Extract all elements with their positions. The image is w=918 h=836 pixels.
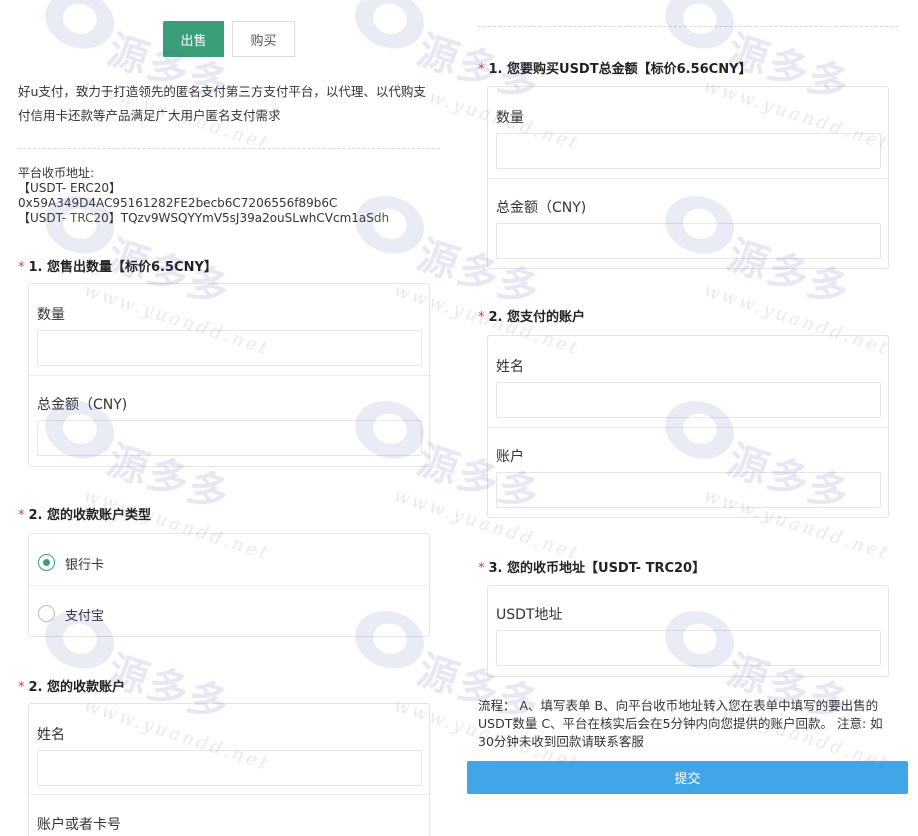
radio-alipay[interactable]	[38, 605, 55, 622]
buy-qty-input[interactable]	[496, 133, 881, 169]
buy-q2-box: 姓名 账户	[487, 335, 889, 518]
sell-q3-box: 姓名 账户或者卡号	[28, 703, 430, 836]
watermark-logo-icon	[37, 0, 122, 58]
radio-bank-card[interactable]	[38, 554, 55, 571]
sell-q2-title: * 2. 您的收款账户类型	[18, 508, 152, 523]
buy-q1-box: 数量 总金额（CNY)	[487, 86, 889, 269]
buy-q2-title: * 2. 您支付的账户	[478, 310, 586, 325]
buy-account-input[interactable]	[496, 472, 881, 508]
sell-name-label: 姓名	[37, 727, 65, 743]
buy-q3-box: USDT地址	[487, 585, 889, 677]
buy-total-input[interactable]	[496, 223, 881, 259]
usdt-address-label: USDT地址	[496, 607, 563, 623]
sell-total-label: 总金额（CNY)	[37, 397, 128, 413]
trc20-address: 【USDT- TRC20】TQzv9WSQYYmV5sJ39a2ouSLwhCV…	[18, 211, 390, 225]
sell-name-input[interactable]	[37, 750, 422, 786]
sell-account-label: 账户或者卡号	[37, 817, 121, 833]
buy-q1-title: * 1. 您要购买USDT总金额【标价6.56CNY】	[478, 62, 752, 77]
tab-sell[interactable]: 出售	[163, 21, 224, 57]
buy-qty-label: 数量	[496, 110, 524, 126]
buy-name-label: 姓名	[496, 359, 524, 375]
sell-q1-title: * 1. 您售出数量【标价6.5CNY】	[18, 260, 217, 275]
buy-q3-title: * 3. 您的收币地址【USDT- TRC20】	[478, 561, 706, 576]
platform-address-label: 平台收币地址:	[18, 166, 95, 180]
buy-total-label: 总金额（CNY)	[496, 200, 587, 216]
tab-buy[interactable]: 购买	[232, 21, 295, 57]
sell-qty-input[interactable]	[37, 330, 422, 366]
buy-name-input[interactable]	[496, 382, 881, 418]
watermark-logo-icon	[657, 0, 742, 58]
submit-button[interactable]: 提交	[467, 761, 908, 794]
usdt-address-input[interactable]	[496, 630, 881, 666]
sell-q3-title: * 2. 您的收款账户	[18, 680, 126, 695]
sell-q2-box: 银行卡 支付宝	[28, 533, 430, 637]
watermark-logo-icon	[347, 0, 432, 58]
divider	[18, 148, 440, 149]
sell-qty-label: 数量	[37, 307, 65, 323]
intro-text: 好u支付，致力于打造领先的匿名支付第三方支付平台，以代理、以代购支付信用卡还款等…	[18, 84, 426, 123]
sell-total-input[interactable]	[37, 420, 422, 456]
divider	[478, 26, 898, 27]
separator	[488, 427, 888, 428]
sell-q1-box: 数量 总金额（CNY)	[28, 283, 430, 467]
radio-bank-card-label: 银行卡	[65, 558, 105, 573]
buy-account-label: 账户	[496, 449, 524, 465]
separator	[488, 178, 888, 179]
separator	[29, 794, 429, 795]
flow-text: 流程： A、填写表单 B、向平台收币地址转入您在表单中填写的要出售的USDT数量…	[478, 698, 883, 749]
separator	[29, 585, 429, 586]
erc20-tag: 【USDT- ERC20】	[18, 181, 121, 195]
radio-alipay-label: 支付宝	[65, 609, 105, 624]
platform-address: 平台收币地址: 【USDT- ERC20】 0x59A349D4AC951612…	[18, 166, 389, 226]
tab-bar: 出售 购买	[163, 21, 295, 57]
separator	[29, 375, 429, 376]
erc20-address: 0x59A349D4AC95161282FE2becb6C7206556f89b…	[18, 196, 338, 210]
